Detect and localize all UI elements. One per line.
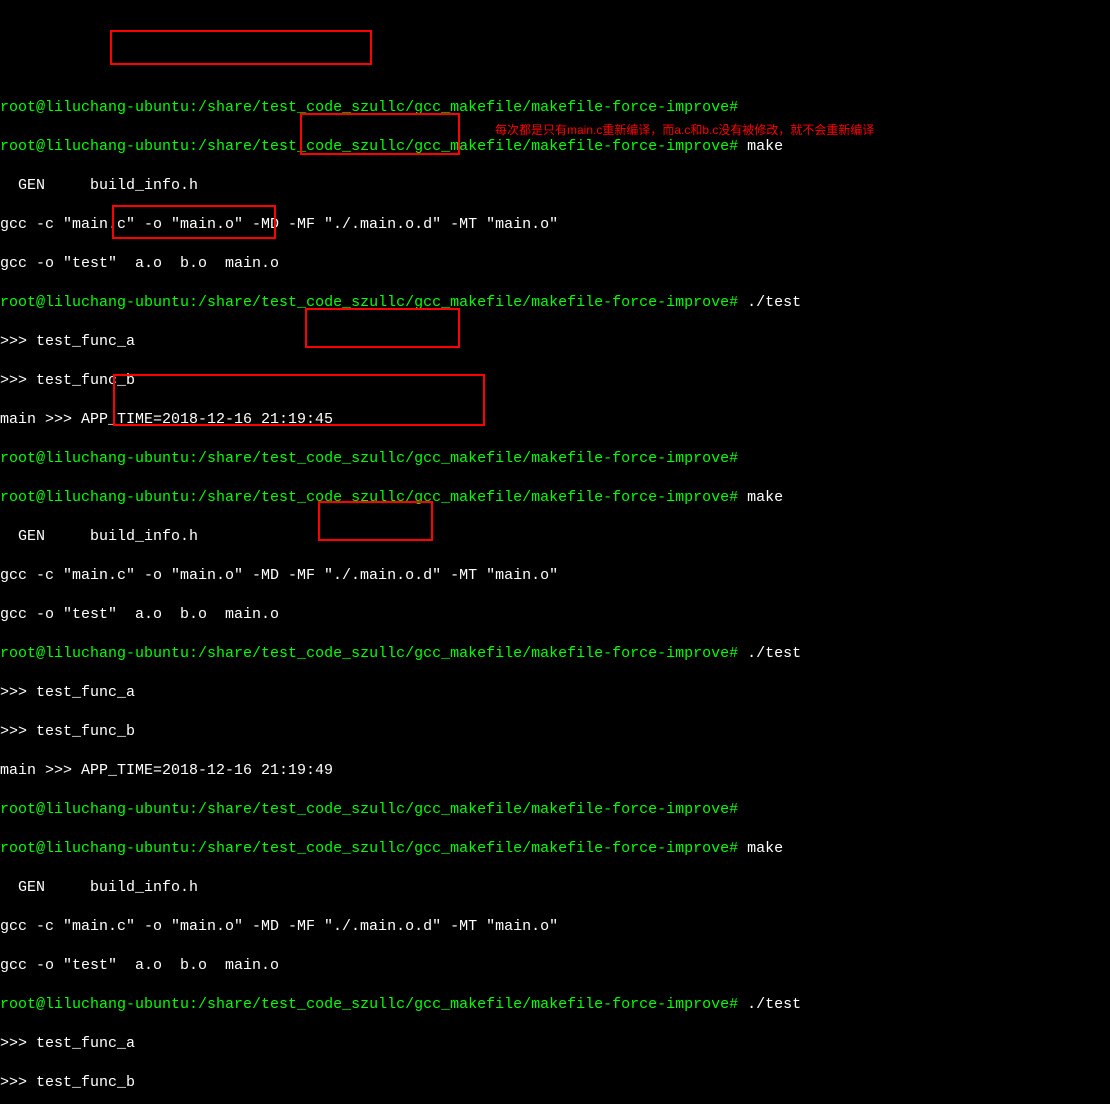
output-gcc-test: gcc -o "test" a.o b.o main.o bbox=[0, 605, 1110, 625]
prompt-path: /share/test_code_szullc/gcc_makefile/mak… bbox=[198, 996, 729, 1013]
prompt-user: root@liluchang-ubuntu bbox=[0, 294, 189, 311]
output-gen: GEN build_info.h bbox=[0, 878, 1110, 898]
prompt-user: root@liluchang-ubuntu bbox=[0, 996, 189, 1013]
prompt-path: /share/test_code_szullc/gcc_makefile/mak… bbox=[198, 99, 729, 116]
test-command: ./test bbox=[747, 996, 801, 1013]
output-test-func-b: >>> test_func_b bbox=[0, 371, 1110, 391]
output-test-func-a: >>> test_func_a bbox=[0, 1034, 1110, 1054]
prompt-symbol: # bbox=[729, 840, 738, 857]
output-test-func-a: >>> test_func_a bbox=[0, 332, 1110, 352]
prompt-symbol: # bbox=[729, 645, 738, 662]
output-app-time: main >>> APP_TIME=2018-12-16 21:19:45 bbox=[0, 410, 1110, 430]
prompt-user: root@liluchang-ubuntu bbox=[0, 840, 189, 857]
output-gcc-main: gcc -c "main.c" -o "main.o" -MD -MF "./.… bbox=[0, 215, 1110, 235]
prompt-user: root@liluchang-ubuntu bbox=[0, 450, 189, 467]
prompt-symbol: # bbox=[729, 996, 738, 1013]
prompt-user: root@liluchang-ubuntu bbox=[0, 489, 189, 506]
prompt-path: /share/test_code_szullc/gcc_makefile/mak… bbox=[198, 489, 729, 506]
prompt-path: /share/test_code_szullc/gcc_makefile/mak… bbox=[198, 450, 729, 467]
annotation-text: 每次都是只有main.c重新编译，而a.c和b.c没有被修改，就不会重新编译 bbox=[495, 121, 874, 141]
prompt-line: root@liluchang-ubuntu:/share/test_code_s… bbox=[0, 995, 1110, 1015]
prompt-line: root@liluchang-ubuntu:/share/test_code_s… bbox=[0, 449, 1110, 469]
output-gcc-test: gcc -o "test" a.o b.o main.o bbox=[0, 956, 1110, 976]
prompt-path: /share/test_code_szullc/gcc_makefile/mak… bbox=[198, 801, 729, 818]
prompt-line: root@liluchang-ubuntu:/share/test_code_s… bbox=[0, 293, 1110, 313]
output-gen: GEN build_info.h bbox=[0, 527, 1110, 547]
output-gcc-main: gcc -c "main.c" -o "main.o" -MD -MF "./.… bbox=[0, 566, 1110, 586]
output-test-func-b: >>> test_func_b bbox=[0, 722, 1110, 742]
prompt-line: root@liluchang-ubuntu:/share/test_code_s… bbox=[0, 644, 1110, 664]
test-command: ./test bbox=[747, 645, 801, 662]
prompt-symbol: # bbox=[729, 489, 738, 506]
prompt-symbol: # bbox=[729, 294, 738, 311]
output-test-func-b: >>> test_func_b bbox=[0, 1073, 1110, 1093]
prompt-line: root@liluchang-ubuntu:/share/test_code_s… bbox=[0, 488, 1110, 508]
prompt-symbol: # bbox=[729, 450, 738, 467]
prompt-line: root@liluchang-ubuntu:/share/test_code_s… bbox=[0, 98, 1110, 118]
output-gcc-main: gcc -c "main.c" -o "main.o" -MD -MF "./.… bbox=[0, 917, 1110, 937]
output-gen: GEN build_info.h bbox=[0, 176, 1110, 196]
prompt-path: /share/test_code_szullc/gcc_makefile/mak… bbox=[198, 294, 729, 311]
prompt-path: /share/test_code_szullc/gcc_makefile/mak… bbox=[198, 645, 729, 662]
prompt-user: root@liluchang-ubuntu bbox=[0, 801, 189, 818]
make-command: make bbox=[747, 489, 783, 506]
output-test-func-a: >>> test_func_a bbox=[0, 683, 1110, 703]
prompt-line: root@liluchang-ubuntu:/share/test_code_s… bbox=[0, 839, 1110, 859]
prompt-user: root@liluchang-ubuntu bbox=[0, 99, 189, 116]
make-command: make bbox=[747, 840, 783, 857]
prompt-user: root@liluchang-ubuntu bbox=[0, 138, 189, 155]
terminal-window[interactable]: root@liluchang-ubuntu:/share/test_code_s… bbox=[0, 78, 1110, 1104]
prompt-symbol: # bbox=[729, 801, 738, 818]
output-gcc-test: gcc -o "test" a.o b.o main.o bbox=[0, 254, 1110, 274]
highlight-box-1 bbox=[110, 30, 372, 65]
prompt-line: root@liluchang-ubuntu:/share/test_code_s… bbox=[0, 800, 1110, 820]
prompt-path: /share/test_code_szullc/gcc_makefile/mak… bbox=[198, 840, 729, 857]
prompt-symbol: # bbox=[729, 99, 738, 116]
prompt-user: root@liluchang-ubuntu bbox=[0, 645, 189, 662]
test-command: ./test bbox=[747, 294, 801, 311]
output-app-time: main >>> APP_TIME=2018-12-16 21:19:49 bbox=[0, 761, 1110, 781]
